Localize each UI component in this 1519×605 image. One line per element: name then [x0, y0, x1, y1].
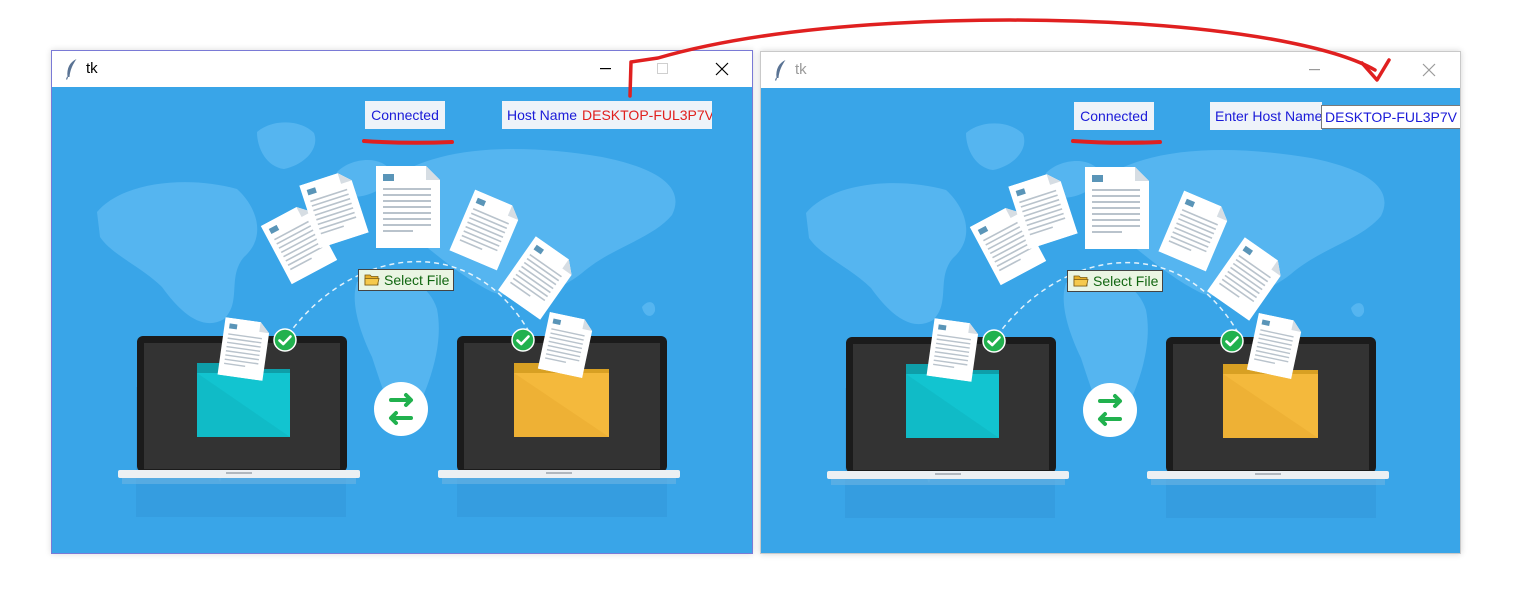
file-transfer-illustration [52, 87, 752, 553]
minimize-icon[interactable] [582, 51, 628, 87]
file-transfer-illustration [761, 88, 1460, 553]
tk-window-right: tk Connected Enter Host Name DESKTOP-FUL… [760, 51, 1461, 554]
close-icon[interactable] [699, 51, 745, 87]
folder-icon [1073, 274, 1089, 287]
tk-window-left: tk Connected Host Name DESKTOP-FUL3P7V S… [51, 50, 753, 554]
host-name-label: Host Name [502, 101, 580, 129]
select-file-button[interactable]: Select File [1067, 270, 1164, 292]
connection-status-label: Connected [1074, 102, 1154, 130]
client-area: Connected Host Name DESKTOP-FUL3P7V Sele… [52, 87, 752, 553]
window-title: tk [86, 60, 98, 77]
close-icon[interactable] [1406, 52, 1452, 88]
select-file-label: Select File [384, 272, 450, 288]
maximize-icon[interactable] [639, 51, 685, 87]
window-title: tk [795, 61, 807, 78]
tk-feather-icon [773, 59, 789, 81]
select-file-label: Select File [1093, 273, 1159, 289]
connection-status-label: Connected [365, 101, 445, 129]
client-area: Connected Enter Host Name DESKTOP-FUL3P7… [761, 88, 1460, 553]
host-name-input[interactable]: DESKTOP-FUL3P7V [1321, 105, 1460, 129]
minimize-icon[interactable] [1291, 52, 1337, 88]
tk-feather-icon [64, 58, 80, 80]
host-name-value: DESKTOP-FUL3P7V [580, 101, 712, 129]
host-name-label: Enter Host Name [1210, 102, 1322, 130]
title-bar[interactable]: tk [52, 51, 752, 87]
title-bar[interactable]: tk [761, 52, 1460, 88]
folder-icon [364, 273, 380, 286]
select-file-button[interactable]: Select File [358, 269, 455, 291]
